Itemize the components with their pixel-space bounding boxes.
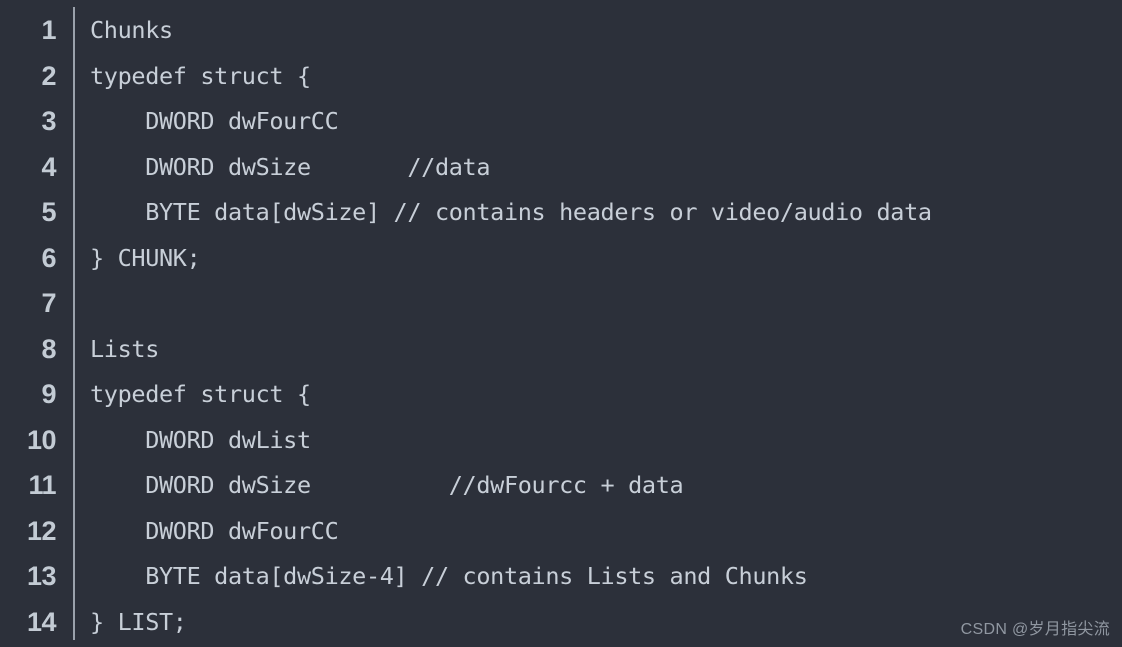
code-line[interactable]: DWORD dwSize //dwFourcc + data xyxy=(90,463,683,509)
line-number: 13 xyxy=(26,561,57,591)
line-number: 14 xyxy=(26,606,57,637)
line-number: 7 xyxy=(41,288,56,318)
code-line[interactable]: DWORD dwFourCC xyxy=(90,99,339,145)
code-line[interactable]: DWORD dwList xyxy=(90,418,311,464)
line-number: 6 xyxy=(41,242,56,273)
code-viewer: 1 2 3 4 5 6 7 8 9 10 11 12 13 14 Chunks typedef struct… xyxy=(0,0,1122,647)
code-content[interactable]: Chunks typedef struct { DWORD dwFourCC DW… xyxy=(90,0,1122,647)
gutter-separator xyxy=(73,7,75,640)
line-number: 3 xyxy=(41,106,56,136)
line-number: 2 xyxy=(41,60,56,91)
csdn-watermark: CSDN @岁月指尖流 xyxy=(960,621,1110,638)
code-line[interactable]: } CHUNK; xyxy=(90,236,201,282)
code-line[interactable]: DWORD dwSize //data xyxy=(90,145,490,191)
line-number: 5 xyxy=(41,197,56,227)
code-line[interactable]: BYTE data[dwSize] // contains headers or… xyxy=(90,190,932,236)
code-line[interactable]: DWORD dwFourCC xyxy=(90,509,339,555)
line-number: 4 xyxy=(41,151,56,182)
code-line[interactable]: BYTE data[dwSize-4] // contains Lists an… xyxy=(90,554,808,600)
code-line[interactable]: } LIST; xyxy=(90,600,187,646)
line-number: 12 xyxy=(26,515,57,546)
line-number: 1 xyxy=(41,15,56,45)
code-line[interactable]: Chunks xyxy=(90,8,173,54)
line-number-gutter: 1 2 3 4 5 6 7 8 9 10 11 12 13 14 xyxy=(0,0,75,647)
line-number: 9 xyxy=(41,379,56,409)
code-line[interactable]: Lists xyxy=(90,327,159,373)
line-number: 8 xyxy=(41,333,56,364)
line-number: 11 xyxy=(28,470,56,500)
line-number: 10 xyxy=(26,424,57,455)
code-line[interactable]: typedef struct { xyxy=(90,54,311,100)
code-line[interactable]: typedef struct { xyxy=(90,372,311,418)
